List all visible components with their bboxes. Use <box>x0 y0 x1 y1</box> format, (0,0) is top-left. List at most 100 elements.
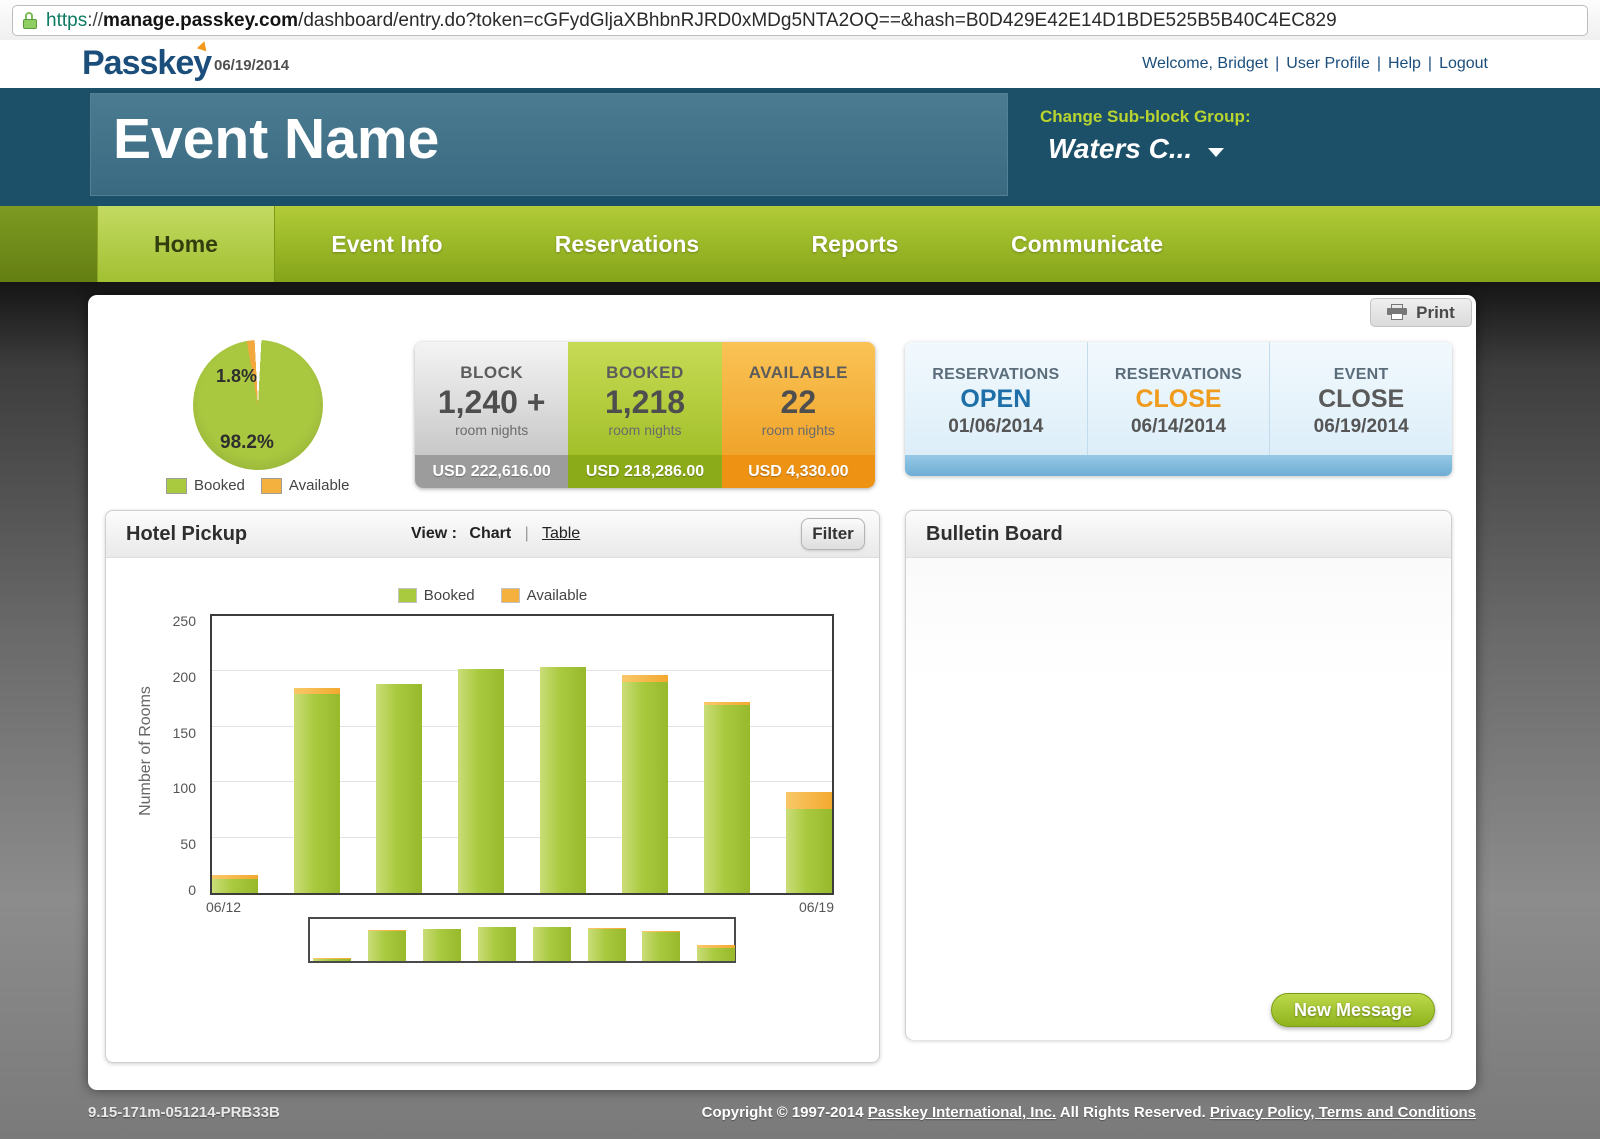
nav-tab-reservations[interactable]: Reservations <box>555 206 699 282</box>
hotel-pickup-card: Hotel Pickup View : Chart | Table Filter… <box>105 510 880 1063</box>
stat-usd: USD 218,286.00 <box>568 455 721 488</box>
stat-title: AVAILABLE <box>749 363 848 383</box>
chart-bar-booked <box>588 929 626 961</box>
rights-text: All Rights Reserved. <box>1056 1104 1210 1121</box>
legend-booked-label: Booked <box>194 477 245 494</box>
chart-bar-available <box>313 958 351 959</box>
legend-available-label: Available <box>527 587 588 604</box>
copyright-prefix: Copyright © 1997-2014 <box>702 1104 868 1121</box>
pie-available-percent: 1.8% <box>216 366 257 387</box>
chart-bar-available <box>697 945 735 948</box>
stat-value: 1,240 + <box>438 384 546 421</box>
chart-bar-available <box>368 930 406 931</box>
legend-item-booked: Booked <box>166 477 245 494</box>
x-tick-first: 06/12 <box>206 899 241 915</box>
event-close: EVENT CLOSE 06/19/2014 <box>1270 342 1452 455</box>
x-tick-last: 06/19 <box>788 899 834 915</box>
nav-tab-communicate[interactable]: Communicate <box>1011 206 1163 282</box>
url-separator: :// <box>87 10 103 32</box>
copyright-text: Copyright © 1997-2014 Passkey Internatio… <box>702 1104 1476 1121</box>
plot-area <box>210 614 834 895</box>
logout-link[interactable]: Logout <box>1439 55 1488 72</box>
date-value: 01/06/2014 <box>905 416 1087 438</box>
url-scheme: https <box>46 10 87 32</box>
y-tick: 150 <box>173 725 196 741</box>
chart-bar-booked <box>697 948 735 961</box>
nav-left-strip <box>0 206 97 282</box>
chart-bar-booked <box>458 669 504 893</box>
browser-url-bar: https://manage.passkey.com/dashboard/ent… <box>0 0 1600 41</box>
subblock-group-dropdown[interactable]: Waters C... <box>1048 133 1224 165</box>
link-separator: | <box>1428 55 1432 72</box>
chart-bar-booked <box>478 927 516 961</box>
main-nav: Home Event Info Reservations Reports Com… <box>0 206 1600 282</box>
nav-tab-home[interactable]: Home <box>97 206 275 282</box>
stat-usd: USD 4,330.00 <box>722 455 875 488</box>
bulletin-board-title: Bulletin Board <box>926 523 1063 546</box>
bulletin-board-card: Bulletin Board New Message <box>905 510 1452 1040</box>
legend-booked-label: Booked <box>424 587 475 604</box>
chart-bar-available <box>704 702 750 705</box>
date-line1: EVENT <box>1270 366 1452 384</box>
company-link[interactable]: Passkey International, Inc. <box>868 1104 1056 1121</box>
y-tick: 0 <box>188 882 196 898</box>
print-label: Print <box>1416 303 1455 323</box>
date-line2: OPEN <box>905 385 1087 414</box>
privacy-terms-link[interactable]: Privacy Policy, Terms and Conditions <box>1210 1104 1476 1121</box>
new-message-button[interactable]: New Message <box>1271 993 1435 1027</box>
url-path: /dashboard/entry.do?token=cGFydGljaXBhbn… <box>298 10 1337 32</box>
available-swatch-icon <box>501 588 520 603</box>
printer-icon <box>1387 304 1407 321</box>
event-name-title: Event Name <box>113 106 1007 172</box>
help-link[interactable]: Help <box>1388 55 1421 72</box>
y-tick: 250 <box>173 613 196 629</box>
stat-unit: room nights <box>455 422 528 438</box>
app-header: Passkey 06/19/2014 Welcome, Bridget|User… <box>0 40 1600 88</box>
stat-block: BLOCK 1,240 + room nights USD 222,616.00 <box>415 342 568 488</box>
view-chart-option[interactable]: Chart <box>469 525 511 542</box>
occupancy-pie-chart: 1.8% 98.2% <box>188 340 328 480</box>
chart-bar-booked <box>540 667 586 893</box>
chart-bar-available <box>622 675 668 682</box>
user-profile-link[interactable]: User Profile <box>1286 55 1370 72</box>
passkey-logo[interactable]: Passkey <box>82 44 211 83</box>
url-field[interactable]: https://manage.passkey.com/dashboard/ent… <box>12 5 1588 36</box>
date-line2: CLOSE <box>1088 385 1270 414</box>
legend-item-available: Available <box>501 587 588 604</box>
hotel-pickup-title: Hotel Pickup <box>126 523 247 546</box>
link-separator: | <box>1377 55 1381 72</box>
view-toggle: View : Chart | Table <box>411 525 580 543</box>
legend-item-booked: Booked <box>398 587 475 604</box>
stat-available: AVAILABLE 22 room nights USD 4,330.00 <box>722 342 875 488</box>
y-axis-title: Number of Rooms <box>137 661 155 841</box>
chart-bar-booked <box>376 684 422 893</box>
legend-item-available: Available <box>261 477 350 494</box>
reservations-close: RESERVATIONS CLOSE 06/14/2014 <box>1088 342 1271 455</box>
view-table-link[interactable]: Table <box>542 525 580 542</box>
chart-bar-booked <box>368 931 406 961</box>
nav-tab-event-info[interactable]: Event Info <box>331 206 442 282</box>
chart-legend: Booked Available <box>106 587 879 604</box>
chart-bar-booked <box>212 879 258 893</box>
chart-bar-booked <box>642 932 680 961</box>
print-button[interactable]: Print <box>1370 298 1472 327</box>
view-divider: | <box>525 525 529 542</box>
nav-tab-reports[interactable]: Reports <box>812 206 899 282</box>
gridline <box>212 670 832 671</box>
filter-button[interactable]: Filter <box>801 518 865 550</box>
available-swatch-icon <box>261 478 282 494</box>
y-tick: 50 <box>180 836 196 852</box>
version-string: 9.15-171m-051214-PRB33B <box>88 1104 280 1121</box>
chart-bar-booked <box>423 929 461 961</box>
event-banner: Event Name Change Sub-block Group: Water… <box>0 88 1600 206</box>
mini-plot[interactable] <box>308 917 736 963</box>
link-separator: | <box>1275 55 1279 72</box>
reservations-open: RESERVATIONS OPEN 01/06/2014 <box>905 342 1088 455</box>
chart-bar-booked <box>622 682 668 893</box>
pie-legend: Booked Available <box>166 477 349 494</box>
legend-available-label: Available <box>289 477 350 494</box>
stat-usd: USD 222,616.00 <box>415 455 568 488</box>
stat-unit: room nights <box>608 422 681 438</box>
y-tick: 100 <box>173 780 196 796</box>
bulletin-board-body: New Message <box>906 558 1451 1040</box>
